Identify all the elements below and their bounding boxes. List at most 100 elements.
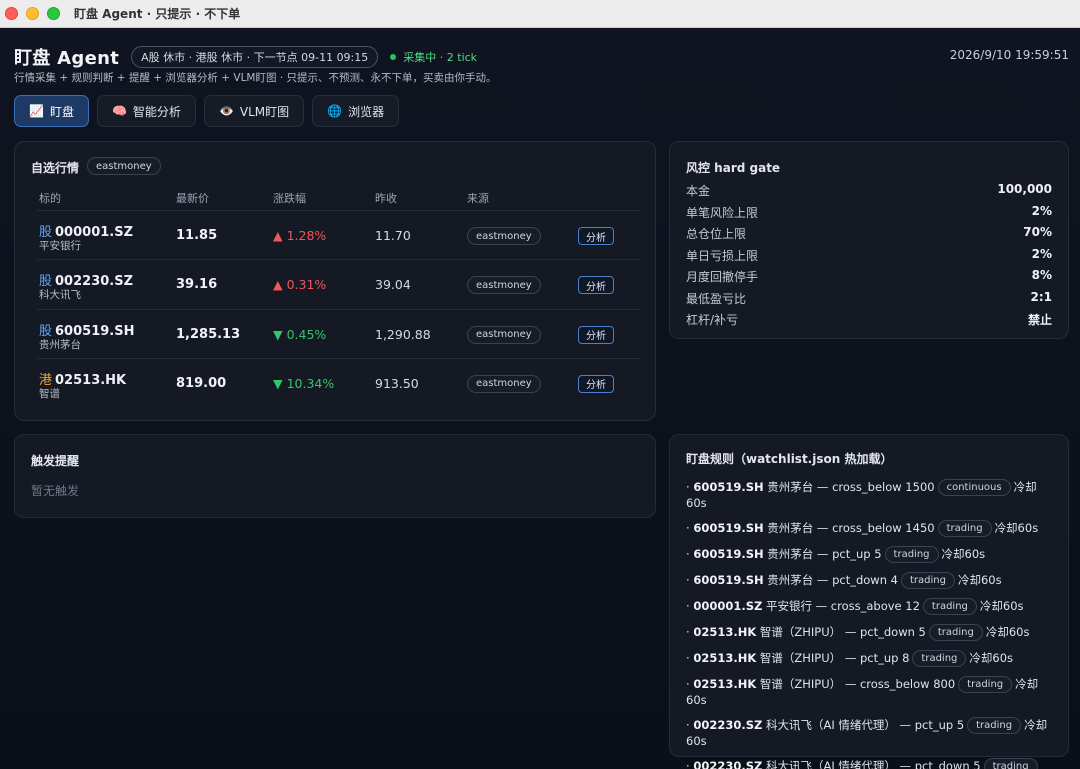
rule-session-tag: trading bbox=[922, 598, 977, 615]
rule-item: · 002230.SZ 科大讯飞（AI 情绪代理） — pct_up 5 trad… bbox=[686, 717, 1048, 748]
rule-desc: 平安银行 — cross_above 12 bbox=[765, 599, 920, 613]
clock: 2026/9/10 19:59:51 bbox=[949, 48, 1069, 62]
rule-desc: 贵州茅台 — pct_down 4 bbox=[767, 573, 898, 587]
rule-symbol: 002230.SZ bbox=[693, 759, 763, 769]
rule-session-tag: trading bbox=[884, 546, 939, 563]
table-row: 股 600519.SH 贵州茅台 1,285.13 ▼ 0.45% 1,290.88 eas… bbox=[37, 308, 641, 358]
rule-desc: 智谱（ZHIPU） — pct_down 5 bbox=[759, 625, 926, 639]
rule-desc: 贵州茅台 — pct_up 5 bbox=[767, 547, 882, 561]
rule-cooldown: 冷却60s bbox=[979, 599, 1024, 613]
market-status-badge: A股 休市 · 港股 休市 · 下一节点 09-11 09:15 bbox=[131, 46, 379, 68]
table-row: 股 000001.SZ 平安银行 11.85 ▲ 1.28% 11.70 eastmoney… bbox=[37, 210, 641, 259]
rule-symbol: 02513.HK bbox=[693, 677, 757, 691]
watchlist-title: 自选行情 bbox=[31, 161, 80, 175]
watchlist-header: 标的 最新价 涨跌幅 昨收 来源 bbox=[37, 190, 641, 210]
risk-label: 本金 bbox=[686, 184, 711, 198]
rule-cooldown: 冷却60s bbox=[994, 521, 1039, 535]
rule-session-tag: trading bbox=[967, 717, 1022, 734]
risk-item: 总仓位上限 70% bbox=[686, 225, 1052, 242]
rule-symbol: 02513.HK bbox=[693, 625, 757, 639]
risk-value: 70% bbox=[1023, 225, 1052, 239]
rule-cooldown: 冷却60s bbox=[969, 651, 1014, 665]
row-name: 平安银行 bbox=[39, 240, 81, 252]
analyze-button[interactable]: 分析 bbox=[578, 276, 614, 295]
col-change: 涨跌幅 bbox=[273, 192, 306, 205]
tab-browser[interactable]: 🌐 浏览器 bbox=[312, 95, 400, 127]
minimize-window-button[interactable] bbox=[26, 7, 39, 20]
rule-item: · 600519.SH 贵州茅台 — cross_below 1450 tradi… bbox=[686, 520, 1039, 537]
row-price: 1,285.13 bbox=[176, 326, 241, 342]
collect-status-text: 采集中 · 2 tick bbox=[403, 51, 478, 64]
eye-icon: 👁️ bbox=[218, 104, 234, 118]
tab-vlm[interactable]: 👁️ VLM盯图 bbox=[203, 95, 305, 127]
rule-symbol: 02513.HK bbox=[693, 651, 757, 665]
page-subtitle: 行情采集 + 规则判断 + 提醒 + 浏览器分析 + VLM盯图 · 只提示、不… bbox=[14, 72, 497, 84]
window-title: 盯盘 Agent · 只提示 · 不下单 bbox=[74, 7, 241, 21]
rule-session-tag: trading bbox=[912, 650, 967, 667]
rules-panel: 盯盘规则（watchlist.json 热加载） · 600519.SH 贵州茅… bbox=[669, 434, 1069, 769]
risk-label: 总仓位上限 bbox=[686, 227, 747, 241]
tab-ai-analysis[interactable]: 🧠 智能分析 bbox=[96, 95, 196, 127]
rule-cooldown: 冷却60s bbox=[957, 573, 1002, 587]
rule-cooldown: 冷却60s bbox=[941, 547, 986, 561]
alerts-panel: 触发提醒 暂无触发 bbox=[14, 434, 656, 518]
row-source-badge: eastmoney bbox=[467, 227, 541, 245]
risk-label: 单日亏损上限 bbox=[686, 248, 759, 263]
row-change: ▼ 10.34% bbox=[273, 375, 335, 391]
analyze-button[interactable]: 分析 bbox=[578, 227, 614, 245]
tab-label: 盯盘 bbox=[49, 104, 74, 119]
rule-item: · 000001.SZ 平安银行 — cross_above 12 trading… bbox=[686, 598, 1024, 615]
rule-session-tag: trading bbox=[983, 758, 1038, 769]
col-price: 最新价 bbox=[176, 192, 209, 205]
rule-symbol: 600519.SH bbox=[693, 547, 764, 561]
tab-monitor[interactable]: 📈 盯盘 bbox=[14, 95, 89, 127]
rule-item: · 600519.SH 贵州茅台 — cross_below 1500 conti… bbox=[686, 479, 1037, 510]
rule-desc: 智谱（ZHIPU） — cross_below 800 bbox=[759, 677, 956, 691]
row-prev-close: 913.50 bbox=[375, 375, 419, 391]
rule-session-tag: trading bbox=[928, 624, 983, 641]
tab-label: 浏览器 bbox=[348, 104, 385, 119]
analyze-button[interactable]: 分析 bbox=[578, 374, 614, 393]
alerts-empty-text: 暂无触发 bbox=[31, 484, 80, 498]
rule-item: · 02513.HK 智谱（ZHIPU） — pct_up 8 trading 冷却… bbox=[686, 650, 1014, 667]
row-change: ▼ 0.45% bbox=[273, 326, 327, 342]
col-prev-close: 昨收 bbox=[375, 192, 397, 205]
row-prev-close: 39.04 bbox=[375, 277, 411, 293]
risk-value: 2:1 bbox=[1030, 289, 1053, 304]
rule-session-tag: trading bbox=[900, 572, 955, 589]
risk-label: 单笔风险上限 bbox=[686, 205, 759, 220]
rule-desc: 贵州茅台 — cross_below 1450 bbox=[767, 521, 935, 535]
row-price: 819.00 bbox=[176, 375, 227, 391]
window-titlebar: 盯盘 Agent · 只提示 · 不下单 bbox=[0, 0, 1080, 28]
header: 盯盘 Agent A股 休市 · 港股 休市 · 下一节点 09-11 09:1… bbox=[14, 44, 477, 70]
tab-label: VLM盯图 bbox=[239, 104, 290, 119]
rule-session-tag: continuous bbox=[937, 479, 1011, 496]
collect-status: 采集中 · 2 tick bbox=[390, 49, 477, 65]
risk-title: 风控 hard gate bbox=[686, 161, 781, 175]
row-name: 贵州茅台 bbox=[39, 338, 81, 351]
row-price: 11.85 bbox=[176, 228, 218, 243]
risk-label: 月度回撤停手 bbox=[686, 270, 759, 284]
zoom-window-button[interactable] bbox=[47, 7, 60, 20]
live-dot-icon bbox=[390, 54, 397, 60]
rule-item: · 600519.SH 贵州茅台 — pct_up 5 trading 冷却60s bbox=[686, 546, 986, 563]
row-change: ▲ 1.28% bbox=[273, 228, 327, 243]
row-prev-close: 11.70 bbox=[375, 228, 411, 243]
app-root: 盯盘 Agent A股 休市 · 港股 休市 · 下一节点 09-11 09:1… bbox=[0, 28, 1080, 769]
table-row: 股 002230.SZ 科大讯飞 39.16 ▲ 0.31% 39.04 eastmoney… bbox=[37, 259, 641, 308]
chart-icon: 📈 bbox=[29, 104, 44, 118]
watchlist-source-badge: eastmoney bbox=[87, 157, 161, 175]
traffic-lights bbox=[5, 7, 60, 20]
risk-item: 单笔风险上限 2% bbox=[686, 204, 1052, 221]
tab-label: 智能分析 bbox=[132, 104, 181, 119]
col-source: 来源 bbox=[467, 192, 489, 205]
rules-title: 盯盘规则（watchlist.json 热加载） bbox=[686, 452, 893, 466]
risk-item: 本金 100,000 bbox=[686, 182, 1052, 199]
close-window-button[interactable] bbox=[5, 7, 18, 20]
row-price: 39.16 bbox=[176, 277, 218, 293]
rule-cooldown: 冷却60s bbox=[985, 625, 1030, 639]
col-symbol: 标的 bbox=[39, 192, 61, 205]
risk-item: 最低盈亏比 2:1 bbox=[686, 290, 1052, 307]
brain-icon: 🧠 bbox=[111, 104, 127, 118]
analyze-button[interactable]: 分析 bbox=[578, 325, 614, 344]
